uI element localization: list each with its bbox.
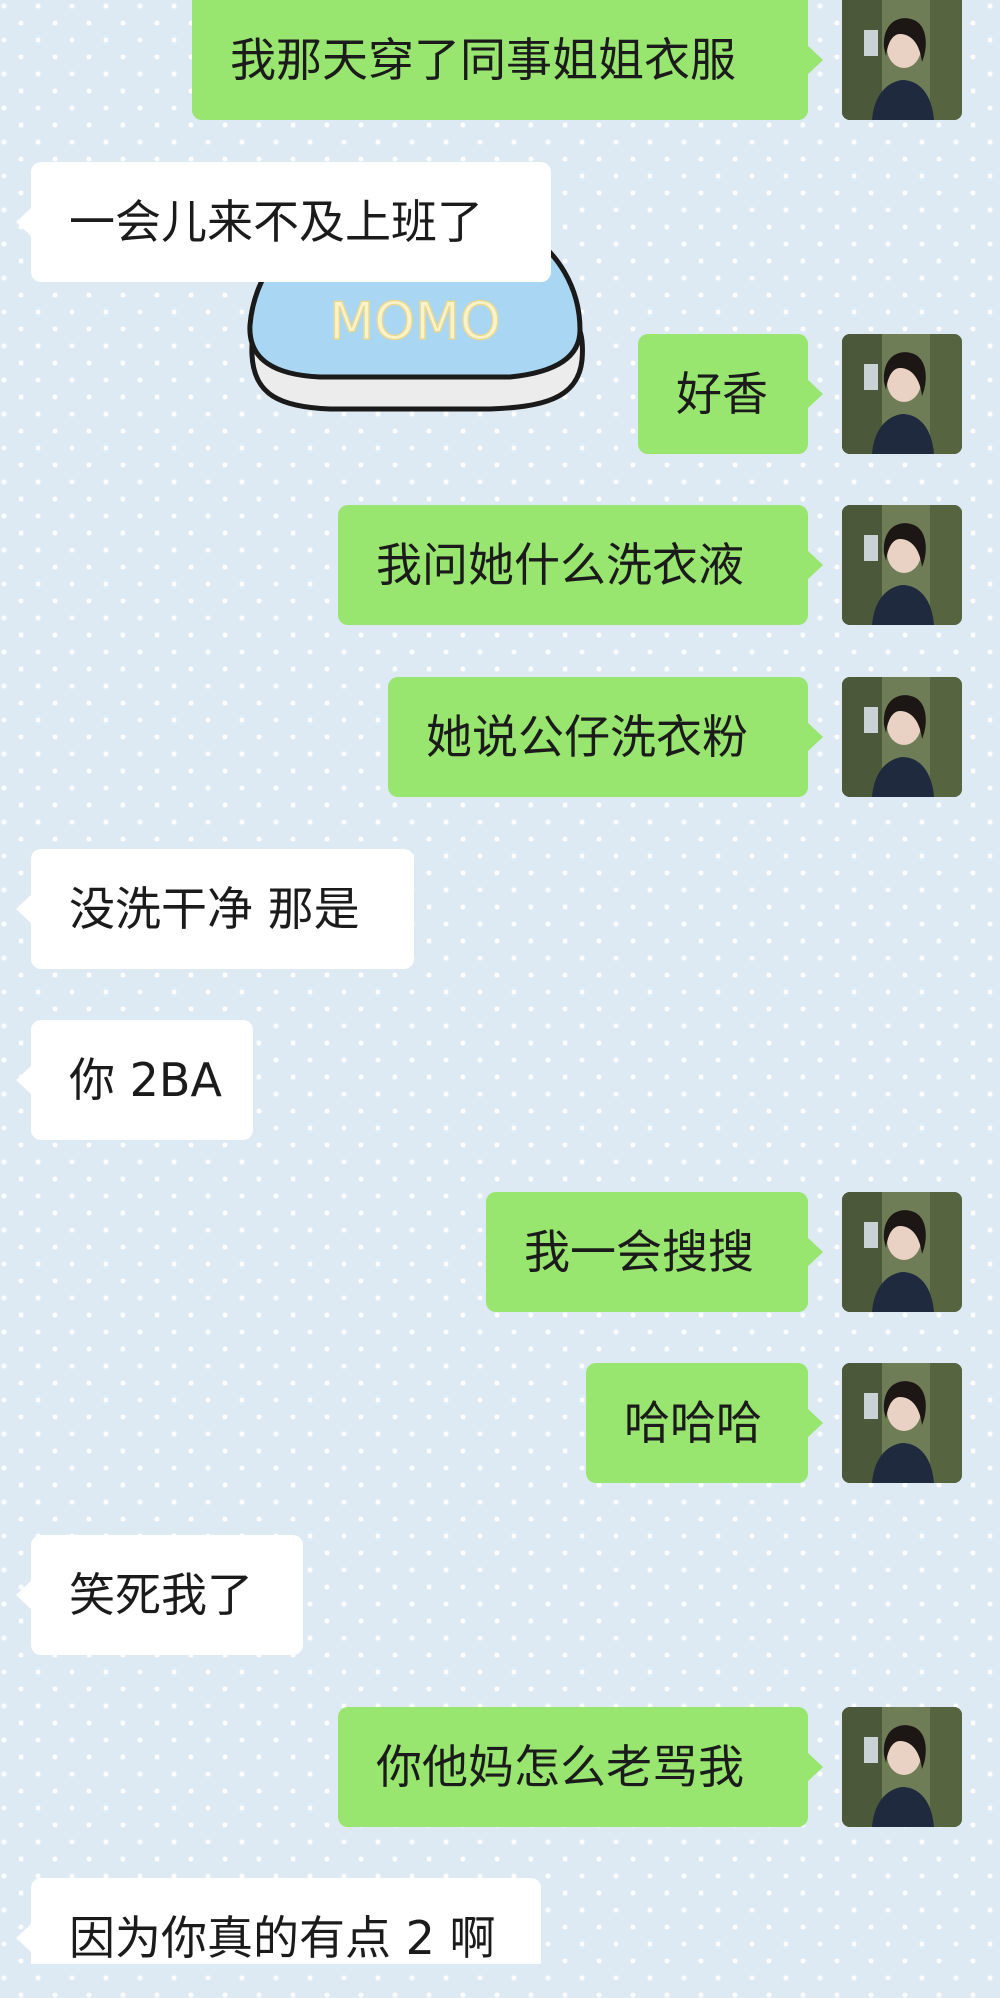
- user-avatar[interactable]: [842, 1363, 962, 1483]
- message-text: 我问她什么洗衣液: [376, 538, 744, 592]
- chat-conversation: MOMO 我那天穿了同事姐姐衣服 一会儿来不及上班了 好香 我问她什么洗衣液 她…: [0, 0, 1000, 1965]
- incoming-message[interactable]: 一会儿来不及上班了: [16, 162, 551, 282]
- incoming-message[interactable]: 你 2BA: [16, 1020, 253, 1140]
- user-avatar-photo-icon: [842, 505, 962, 625]
- message-text: 哈哈哈: [624, 1396, 762, 1450]
- incoming-message[interactable]: 没洗干净 那是: [16, 849, 414, 969]
- message-text: 没洗干净 那是: [69, 882, 360, 936]
- outgoing-message[interactable]: 她说公仔洗衣粉: [388, 677, 823, 797]
- message-text: 因为你真的有点 2 啊: [69, 1911, 496, 1965]
- outgoing-message[interactable]: 我那天穿了同事姐姐衣服: [192, 0, 823, 120]
- user-avatar[interactable]: [842, 1707, 962, 1827]
- outgoing-message[interactable]: 我一会搜搜: [486, 1192, 823, 1312]
- outgoing-message[interactable]: 我问她什么洗衣液: [338, 505, 823, 625]
- message-text: 笑死我了: [69, 1568, 253, 1622]
- user-avatar-photo-icon: [842, 0, 962, 120]
- user-avatar-photo-icon: [842, 1363, 962, 1483]
- incoming-message[interactable]: 因为你真的有点 2 啊: [16, 1878, 541, 1965]
- sticker-text: MOMO: [329, 292, 501, 352]
- message-text: 她说公仔洗衣粉: [426, 710, 748, 764]
- user-avatar-photo-icon: [842, 677, 962, 797]
- incoming-message[interactable]: 笑死我了: [16, 1535, 303, 1655]
- message-text: 一会儿来不及上班了: [69, 195, 483, 249]
- message-text: 你他妈怎么老骂我: [376, 1740, 744, 1794]
- user-avatar-photo-icon: [842, 1192, 962, 1312]
- message-text: 我一会搜搜: [524, 1225, 754, 1279]
- user-avatar[interactable]: [842, 505, 962, 625]
- user-avatar[interactable]: [842, 1192, 962, 1312]
- message-text: 好香: [676, 367, 768, 421]
- message-text: 我那天穿了同事姐姐衣服: [230, 33, 736, 87]
- user-avatar-photo-icon: [842, 1707, 962, 1827]
- user-avatar[interactable]: [842, 334, 962, 454]
- message-text: 你 2BA: [69, 1053, 222, 1107]
- user-avatar-photo-icon: [842, 334, 962, 454]
- outgoing-message[interactable]: 好香: [638, 334, 823, 454]
- user-avatar[interactable]: [842, 677, 962, 797]
- outgoing-message[interactable]: 你他妈怎么老骂我: [338, 1707, 823, 1827]
- user-avatar[interactable]: [842, 0, 962, 120]
- outgoing-message[interactable]: 哈哈哈: [586, 1363, 823, 1483]
